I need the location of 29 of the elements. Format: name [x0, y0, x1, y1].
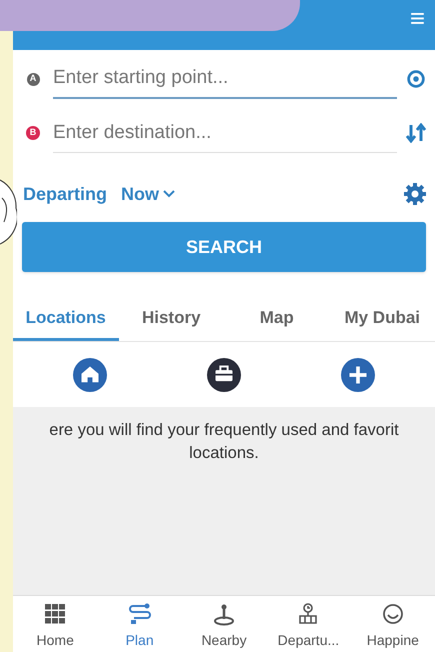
search-button[interactable]: SEARCH — [22, 222, 426, 272]
departure-time-dropdown[interactable]: Now — [121, 180, 176, 208]
tab[interactable]: Locations — [13, 297, 118, 341]
smiley-icon — [380, 602, 405, 626]
add-icon[interactable] — [341, 358, 375, 392]
tab[interactable]: History — [118, 297, 224, 341]
tab[interactable]: Map — [224, 297, 330, 341]
departing-label: Departing — [23, 182, 108, 206]
empty-state-message: ere you will find your frequently used and favorit locations. — [48, 420, 400, 464]
settings-icon[interactable] — [403, 182, 427, 206]
swap-arrows-icon[interactable] — [405, 123, 427, 143]
chevron-down-icon — [163, 190, 176, 198]
home-icon[interactable] — [73, 358, 107, 392]
grid-icon — [43, 602, 68, 626]
nav-tab[interactable]: Nearby — [182, 596, 266, 652]
nav-tab[interactable]: Plan — [97, 596, 182, 652]
map-pin-icon — [212, 602, 236, 626]
route-icon — [128, 602, 152, 626]
briefcase-icon[interactable] — [207, 358, 241, 392]
menu-button[interactable]: ≡ — [410, 4, 425, 32]
nav-tab[interactable]: Departu... — [266, 596, 351, 652]
start-marker: A — [26, 72, 40, 86]
nav-tab[interactable]: Happine — [350, 596, 435, 652]
nav-tab[interactable]: Home — [13, 596, 98, 652]
location-target-icon[interactable] — [405, 68, 427, 90]
tab[interactable]: My Dubai — [330, 297, 435, 341]
destination-field[interactable]: Enter destination... — [53, 113, 397, 153]
start-field[interactable]: Enter starting point... — [53, 59, 397, 99]
destination-marker: B — [26, 126, 40, 140]
